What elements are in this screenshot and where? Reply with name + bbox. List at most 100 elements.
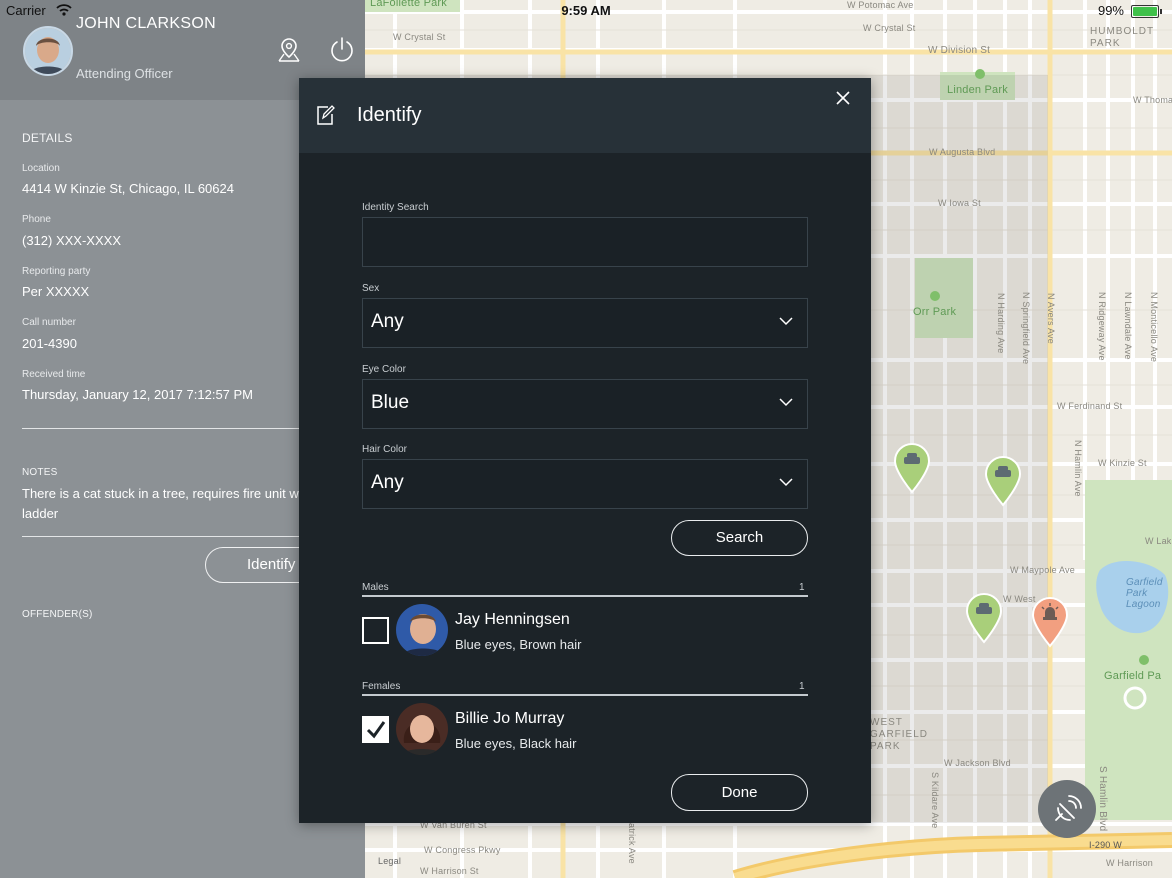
chevron-down-icon [779, 478, 793, 487]
unit-pin-icon[interactable] [984, 455, 1022, 507]
map-label-ridgeway: N Ridgeway Ave [1097, 292, 1107, 361]
map-label-augusta: W Augusta Blvd [929, 147, 996, 157]
chevron-down-icon [779, 398, 793, 407]
location-label: Location [22, 163, 60, 174]
map-legal-link[interactable]: Legal [378, 856, 401, 866]
received-time-value: Thursday, January 12, 2017 7:12:57 PM [22, 387, 254, 402]
details-title: DETAILS [22, 131, 73, 145]
map-label-harrison-1: W Harrison St [420, 866, 479, 876]
map-label-harrison-2: W Harrison [1106, 858, 1154, 868]
avatar[interactable] [23, 26, 73, 76]
officer-role: Attending Officer [76, 66, 173, 81]
call-number-label: Call number [22, 317, 76, 328]
sex-value: Any [371, 311, 404, 332]
map-label-patrick: atrick Ave [627, 823, 637, 864]
received-time-label: Received time [22, 369, 86, 380]
group-divider [362, 595, 808, 597]
map-label-division: W Division St [928, 45, 991, 56]
map-label-i290: I-290 W [1089, 840, 1122, 850]
map-label-west-garfield: WEST GARFIELD PARK [870, 717, 929, 752]
map-label-lake: W Lak [1145, 536, 1172, 546]
map-label-kildare: S Kildare Ave [930, 772, 940, 829]
person-description: Blue eyes, Brown hair [455, 637, 582, 652]
person-name: Jay Henningsen [455, 611, 570, 628]
phone-value: (312) XXX-XXXX [22, 233, 121, 248]
officer-photo [25, 28, 71, 74]
battery-icon [1131, 5, 1162, 18]
person-photo-billie [396, 703, 448, 755]
checkmark-icon [366, 721, 386, 739]
done-button[interactable]: Done [671, 774, 808, 811]
person-photo [396, 703, 448, 755]
offenders-title: OFFENDER(S) [22, 609, 93, 620]
map-label-monticello: N Monticello Ave [1149, 292, 1159, 363]
identify-dialog: Identify Identity Search Sex Any Eye Col… [299, 78, 871, 823]
map-label-lawndale: N Lawndale Ave [1123, 292, 1133, 360]
notes-title: NOTES [22, 467, 58, 478]
dialog-header: Identify [299, 78, 871, 153]
map-label-garfield-park: Garfield Pa [1104, 670, 1162, 682]
reporting-party-value: Per XXXXX [22, 284, 90, 299]
select-person-checkbox[interactable] [362, 617, 389, 644]
phone-label: Phone [22, 214, 51, 225]
hair-color-value: Any [371, 472, 404, 493]
eye-color-value: Blue [371, 392, 410, 413]
males-group-label: Males [362, 582, 389, 593]
identity-search-input[interactable] [363, 218, 807, 266]
dialog-title: Identify [357, 104, 422, 126]
battery-percent: 99% [1097, 3, 1124, 18]
map-tools-button[interactable] [1038, 780, 1096, 838]
map-label-congress: W Congress Pkwy [424, 845, 501, 855]
males-group-count: 1 [799, 582, 805, 593]
call-number-value: 201-4390 [22, 336, 77, 351]
map-label-jackson: W Jackson Blvd [944, 758, 1011, 768]
map-label-ferdinand: W Ferdinand St [1057, 401, 1123, 411]
females-group-count: 1 [799, 681, 805, 692]
reporting-party-label: Reporting party [22, 266, 91, 277]
sex-select[interactable]: Any [362, 298, 808, 348]
location-value: 4414 W Kinzie St, Chicago, IL 60624 [22, 181, 234, 196]
females-group-label: Females [362, 681, 401, 692]
map-label-hamlin-n: N Hamlin Ave [1073, 440, 1083, 497]
map-label-garfield-lagoon: Garfield Park Lagoon [1126, 577, 1163, 610]
unit-pin-icon[interactable] [965, 592, 1003, 644]
map-label-thomas: W Thoma [1133, 95, 1172, 105]
identity-search-field[interactable] [362, 217, 808, 267]
sex-label: Sex [362, 283, 380, 294]
person-description: Blue eyes, Black hair [455, 736, 577, 751]
status-bar: Carrier 9:59 AM 99% [0, 0, 1172, 22]
map-label-crystal-2: W Crystal St [863, 23, 916, 33]
select-person-checkbox[interactable] [362, 716, 389, 743]
map-label-linden-park: Linden Park [947, 84, 1008, 96]
identity-search-label: Identity Search [362, 202, 429, 213]
map-label-harding: N Harding Ave [996, 293, 1006, 354]
search-button[interactable]: Search [671, 520, 808, 556]
hair-color-label: Hair Color [362, 444, 408, 455]
hair-color-select[interactable]: Any [362, 459, 808, 509]
satellite-icon [1055, 795, 1082, 821]
close-icon[interactable] [832, 87, 854, 109]
incident-pin-icon[interactable] [1031, 596, 1069, 648]
group-divider [362, 694, 808, 696]
map-label-iowa: W Iowa St [938, 198, 981, 208]
map-pin-icon[interactable] [275, 36, 303, 64]
map-label-humboldt: HUMBOLDT PARK [1090, 26, 1154, 49]
map-label-avers: N Avers Ave [1046, 293, 1056, 344]
eye-color-label: Eye Color [362, 364, 406, 375]
notes-text: There is a cat stuck in a tree, requires… [22, 486, 313, 521]
status-time: 9:59 AM [561, 3, 611, 18]
map-label-orr-park: Orr Park [913, 306, 957, 318]
chevron-down-icon [779, 317, 793, 326]
power-icon[interactable] [328, 36, 356, 64]
eye-color-select[interactable]: Blue [362, 379, 808, 429]
map-label-crystal-1: W Crystal St [393, 32, 446, 42]
map-label-kinzie: W Kinzie St [1098, 458, 1147, 468]
unit-pin-icon[interactable] [893, 442, 931, 494]
map-label-maypole: W Maypole Ave [1010, 565, 1075, 575]
person-photo-jay [396, 604, 448, 656]
map-label-springfield: N Springfield Ave [1021, 292, 1031, 365]
map-label-hamlin-s: S Hamlin Blvd [1097, 766, 1108, 832]
edit-icon [317, 105, 335, 125]
person-name: Billie Jo Murray [455, 710, 565, 727]
person-photo [396, 604, 448, 656]
